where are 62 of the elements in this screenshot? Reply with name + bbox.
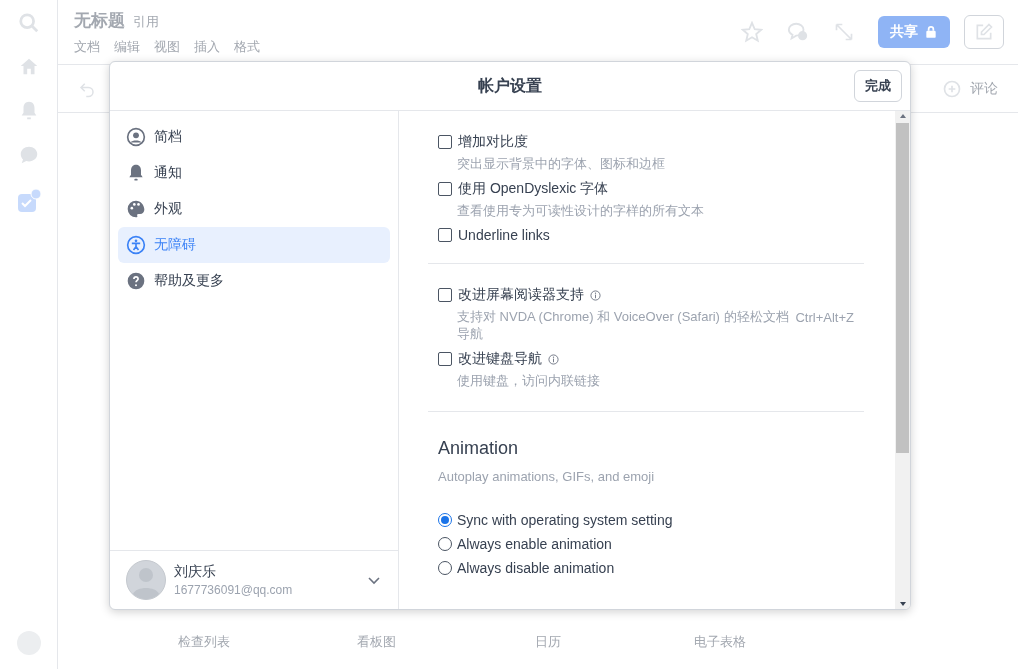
nav-item[interactable]: 无障碍 (118, 227, 390, 263)
star-icon[interactable] (741, 21, 763, 43)
info-icon[interactable] (548, 353, 559, 365)
template-label[interactable]: 日历 (502, 633, 594, 651)
section-description: Autoplay animations, GIFs, and emoji (438, 469, 656, 484)
nav-item[interactable]: 简档 (118, 119, 390, 155)
radio-button[interactable] (438, 561, 452, 575)
cite-link[interactable]: 引用 (133, 12, 159, 31)
nav-item[interactable]: 帮助及更多 (118, 263, 390, 299)
done-button[interactable]: 完成 (854, 70, 902, 102)
nav-label: 帮助及更多 (154, 272, 224, 290)
option-description: 查看使用专为可读性设计的字样的所有文本 (457, 202, 704, 219)
option-description: 使用键盘，访问内联链接 (457, 372, 600, 389)
menu-item[interactable]: 视图 (154, 37, 180, 56)
menu-item[interactable]: 文档 (74, 37, 100, 56)
option-label: 使用 OpenDyslexic 字体 (458, 180, 609, 198)
template-label[interactable]: 电子表格 (674, 633, 766, 651)
document-title[interactable]: 无标题 (74, 8, 125, 32)
checkbox[interactable] (438, 288, 452, 302)
user-name: 刘庆乐 (174, 563, 217, 581)
info-icon[interactable] (590, 289, 601, 301)
radio-button[interactable] (438, 537, 452, 551)
user-email: 1677736091@qq.com (174, 583, 294, 597)
lock-icon (924, 25, 938, 39)
option-label: Always disable animation (457, 560, 615, 576)
checkbox[interactable] (438, 182, 452, 196)
menu-item[interactable]: 插入 (194, 37, 220, 56)
comment-button[interactable]: 评论 (970, 79, 998, 98)
scrollbar[interactable] (895, 111, 910, 609)
option-description: 突出显示背景中的字体、图标和边框 (457, 155, 665, 172)
option-label: Always enable animation (457, 536, 612, 552)
option-description: 支持对 NVDA (Chrome) 和 VoiceOver (Safari) 的轻松文档导航 (457, 308, 790, 342)
option-label: Sync with operating system setting (457, 512, 673, 528)
avatar-icon (126, 560, 166, 600)
keyboard-shortcut: Ctrl+Alt+Z (795, 310, 854, 325)
radio-button[interactable] (438, 513, 452, 527)
section-heading: Animation (438, 438, 520, 459)
nav-label: 外观 (154, 200, 182, 218)
accessibility-icon (126, 235, 146, 255)
option-label: Underline links (458, 227, 550, 243)
option-label: 增加对比度 (458, 133, 528, 151)
template-label[interactable]: 看板图 (330, 633, 422, 651)
palette-icon (126, 199, 146, 219)
menu-item[interactable]: 格式 (234, 37, 260, 56)
option-label: 改进键盘导航 (458, 350, 542, 368)
help-icon (126, 271, 146, 291)
account-switcher[interactable]: 刘庆乐 1677736091@qq.com (110, 550, 398, 609)
profile-icon (126, 127, 146, 147)
nav-label: 简档 (154, 128, 182, 146)
nav-item[interactable]: 通知 (118, 155, 390, 191)
share-button[interactable]: 共享 (878, 16, 950, 48)
checkbox[interactable] (438, 352, 452, 366)
template-label[interactable]: 检查列表 (158, 633, 250, 651)
checkbox[interactable] (438, 135, 452, 149)
edit-icon (974, 22, 994, 42)
nav-label: 通知 (154, 164, 182, 182)
dialog-title: 帐户设置 (478, 75, 542, 96)
menu-item[interactable]: 编辑 (114, 37, 140, 56)
option-label: 改进屏幕阅读器支持 (458, 286, 584, 304)
nav-label: 无障碍 (154, 236, 196, 254)
checkbox[interactable] (438, 228, 452, 242)
nav-item[interactable]: 外观 (118, 191, 390, 227)
